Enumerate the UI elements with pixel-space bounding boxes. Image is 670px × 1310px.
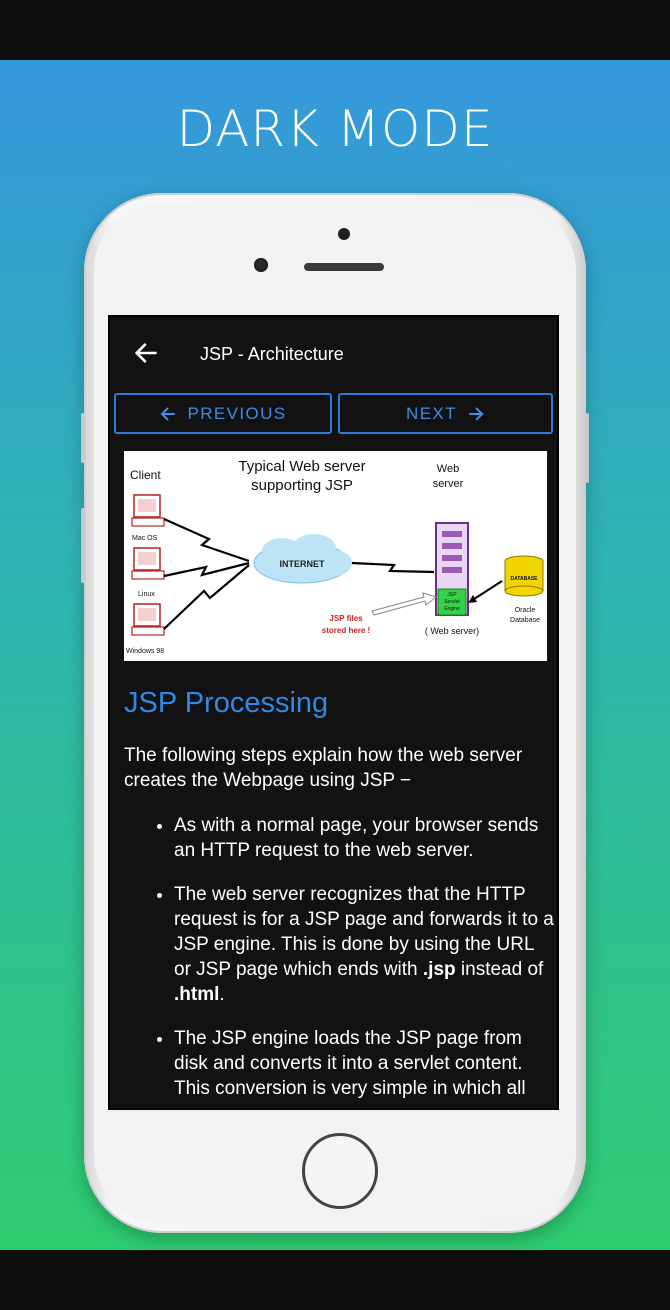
client-os-label: Windows 98 — [126, 648, 164, 655]
app-bar: JSP - Architecture — [110, 317, 557, 389]
proximity-sensor — [338, 228, 350, 240]
computer-icon — [131, 603, 165, 636]
web-server-caption: ( Web server) — [425, 626, 479, 636]
arrow-left-icon[interactable] — [132, 339, 160, 367]
diagram-title: supporting JSP — [251, 477, 353, 494]
step-text: . — [219, 984, 225, 1005]
database-label: DATABASE — [510, 576, 538, 582]
volume-button — [81, 508, 85, 583]
arrow-left-icon — [160, 406, 176, 421]
diagram-title: Typical Web server — [238, 458, 365, 475]
list-item: The web server recognizes that the HTTP … — [174, 882, 554, 1007]
volume-button — [81, 413, 85, 463]
computer-icon — [131, 547, 165, 580]
client-os-label: Mac OS — [132, 535, 158, 542]
intro-paragraph: The following steps explain how the web … — [124, 745, 523, 791]
arrow-right-icon — [469, 406, 484, 421]
engine-label: JSP — [447, 592, 457, 598]
list-item: The JSP engine loads the JSP page from d… — [174, 1026, 554, 1101]
power-button — [585, 413, 589, 483]
home-button[interactable] — [302, 1133, 378, 1209]
next-label: NEXT — [406, 403, 457, 423]
headline: DARK MODE — [176, 100, 494, 158]
next-button[interactable]: NEXT — [338, 393, 553, 434]
list-item: As with a normal page, your browser send… — [174, 813, 554, 863]
app-screen: JSP - Architecture PREVIOUS NEXT Typical… — [108, 315, 559, 1110]
client-label: Client — [130, 468, 161, 482]
top-band — [0, 0, 670, 60]
steps-list: As with a normal page, your browser send… — [124, 813, 554, 1108]
previous-button[interactable]: PREVIOUS — [114, 393, 332, 434]
front-camera — [254, 258, 268, 272]
computer-icon — [131, 494, 165, 527]
step-text: As with a normal page, your browser send… — [174, 815, 539, 861]
step-code: .html — [174, 984, 220, 1005]
web-server-label: server — [433, 478, 464, 490]
internet-label: INTERNET — [280, 559, 326, 569]
jsp-files-label: stored here ! — [322, 626, 370, 635]
web-server-label: Web — [437, 463, 459, 475]
earpiece-speaker — [304, 263, 384, 271]
client-os-label: Linux — [138, 591, 155, 598]
bottom-band — [0, 1250, 670, 1310]
jsp-files-label: JSP files — [329, 614, 363, 623]
page-title: JSP - Architecture — [200, 344, 344, 364]
step-code: .jsp — [422, 959, 456, 980]
engine-label: Servlet — [444, 599, 460, 605]
oracle-label: Database — [510, 617, 540, 624]
architecture-diagram: Typical Web server supporting JSP Client… — [124, 451, 547, 661]
section-heading: JSP Processing — [124, 687, 329, 719]
previous-label: PREVIOUS — [187, 403, 287, 423]
oracle-label: Oracle — [515, 607, 536, 614]
engine-label: Engine — [444, 606, 460, 612]
step-text: instead of — [455, 959, 544, 980]
step-text: The JSP engine loads the JSP page from d… — [174, 1028, 526, 1099]
